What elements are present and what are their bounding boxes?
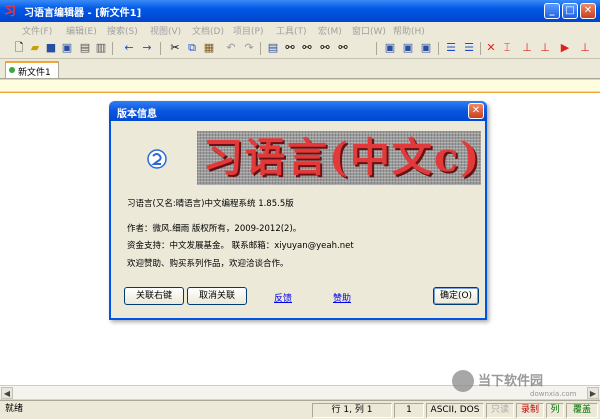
build-icon[interactable]: ⌶	[500, 41, 514, 55]
tab-label: 新文件1	[18, 68, 51, 78]
separator	[260, 42, 261, 55]
feedback-link[interactable]: 反馈	[274, 291, 292, 304]
print-preview-icon[interactable]: ▥	[94, 41, 108, 55]
scroll-left-icon[interactable]: ◀	[1, 387, 13, 399]
forward-icon[interactable]: →	[140, 41, 154, 55]
menu-window[interactable]: 窗口(W)	[352, 24, 386, 37]
watermark-text: 当下软件园	[478, 374, 544, 389]
status-column: 列	[546, 403, 564, 418]
separator	[112, 42, 113, 55]
menu-project[interactable]: 项目(P)	[233, 24, 263, 37]
separator	[376, 42, 377, 55]
panel-icon[interactable]: ▣	[419, 41, 433, 55]
product-banner: 习语言(中文c)	[197, 131, 481, 185]
contact-line: 资金支持：中文发展基金。 联系邮箱：xiyuyan@yeah.net	[127, 241, 354, 251]
about-dialog: 版本信息 ✕ 习语言(中文c) 习语言(又名:晴语言)中文编程系统 1.85.5…	[109, 101, 487, 320]
new-file-icon[interactable]: 🗋	[12, 41, 26, 55]
find-prev-icon[interactable]: ⚯	[318, 41, 332, 55]
stop-icon[interactable]: ✕	[484, 41, 498, 55]
status-readonly: 只读	[486, 403, 514, 418]
close-button[interactable]: ✕	[580, 3, 596, 19]
status-record: 录制	[516, 403, 544, 418]
menu-bar: 文件(F) 编辑(E) 搜索(S) 视图(V) 文档(D) 项目(P) 工具(T…	[0, 22, 600, 39]
save-icon[interactable]: ■	[44, 41, 58, 55]
menu-help[interactable]: 帮助(H)	[393, 24, 425, 37]
watermark: 当下软件园 downxia.com	[452, 370, 598, 398]
tab-strip: 新文件1	[0, 59, 600, 79]
breakpoint-icon[interactable]: ⊥	[578, 41, 592, 55]
minimize-button[interactable]: _	[544, 3, 560, 19]
status-bar: 就绪 行 1, 列 1 1 ASCII, DOS 只读 录制 列 覆盖	[0, 400, 600, 419]
status-num: 1	[394, 403, 424, 418]
dialog-title: 版本信息	[117, 109, 157, 120]
sponsor-link[interactable]: 赞助	[333, 291, 351, 304]
author-line: 作者：微风.细雨 版权所有，2009-2012(2)。	[127, 224, 302, 234]
watermark-url: downxia.com	[530, 390, 577, 398]
status-overwrite: 覆盖	[566, 403, 598, 418]
window-title: 习语言编辑器 - [新文件1]	[24, 8, 142, 19]
undo-icon[interactable]: ↶	[224, 41, 238, 55]
menu-file[interactable]: 文件(F)	[22, 24, 52, 37]
debug-icon[interactable]: ⊥	[538, 41, 552, 55]
window-list-icon[interactable]: ▣	[401, 41, 415, 55]
menu-macro[interactable]: 宏(M)	[318, 24, 342, 37]
copy-icon[interactable]: ⧉	[185, 41, 199, 55]
find-next-icon[interactable]: ⚯	[300, 41, 314, 55]
toolbar: 🗋 ▰ ■ ▣ ▤ ▥ ← → ✂ ⧉ ▦ ↶ ↷ ▤ ⚯ ⚯ ⚯ ⚯ ▣ ▣ …	[0, 39, 600, 59]
cut-icon[interactable]: ✂	[168, 41, 182, 55]
redo-icon[interactable]: ↷	[242, 41, 256, 55]
paste-icon[interactable]: ▦	[202, 41, 216, 55]
remove-association-button[interactable]: 取消关联	[187, 287, 247, 305]
separator	[160, 42, 161, 55]
window-icon[interactable]: ▣	[383, 41, 397, 55]
find-icon[interactable]: ▤	[266, 41, 280, 55]
status-encoding: ASCII, DOS	[426, 403, 484, 418]
banner-text: 习语言(中文c)	[203, 134, 482, 181]
associate-context-menu-button[interactable]: 关联右键	[124, 287, 184, 305]
menu-search[interactable]: 搜索(S)	[107, 24, 138, 37]
ok-button[interactable]: 确定(O)	[433, 287, 479, 305]
current-line-highlight	[0, 80, 600, 92]
open-file-icon[interactable]: ▰	[28, 41, 42, 55]
menu-view[interactable]: 视图(V)	[150, 24, 181, 37]
dialog-close-button[interactable]: ✕	[468, 103, 484, 119]
menu-edit[interactable]: 编辑(E)	[66, 24, 97, 37]
print-icon[interactable]: ▤	[78, 41, 92, 55]
separator	[480, 42, 481, 55]
separator	[438, 42, 439, 55]
title-bar: 习 习语言编辑器 - [新文件1] _ □ ✕	[0, 0, 600, 22]
app-icon: 习	[4, 4, 17, 18]
step-icon[interactable]: ▶	[558, 41, 572, 55]
menu-tools[interactable]: 工具(T)	[276, 24, 307, 37]
find-in-files-icon[interactable]: ⚯	[336, 41, 350, 55]
tab-new-file-1[interactable]: 新文件1	[5, 61, 59, 78]
file-status-icon	[9, 67, 15, 73]
line-marker	[0, 92, 600, 93]
maximize-button[interactable]: □	[562, 3, 578, 19]
back-icon[interactable]: ←	[122, 41, 136, 55]
status-position: 行 1, 列 1	[312, 403, 392, 418]
replace-icon[interactable]: ⚯	[283, 41, 297, 55]
save-all-icon[interactable]: ▣	[60, 41, 74, 55]
dialog-title-bar: 版本信息 ✕	[109, 101, 487, 121]
run-icon[interactable]: ⊥	[520, 41, 534, 55]
app-logo-icon	[147, 149, 167, 169]
version-line: 习语言(又名:晴语言)中文编程系统 1.85.5版	[127, 199, 294, 209]
indent-icon[interactable]: ☰	[444, 41, 458, 55]
watermark-logo-icon	[452, 370, 474, 392]
status-ready: 就绪	[5, 404, 24, 414]
menu-doc[interactable]: 文档(D)	[192, 24, 224, 37]
welcome-line: 欢迎赞助、购买系列作品，欢迎洽谈合作。	[127, 259, 289, 269]
outdent-icon[interactable]: ☰	[462, 41, 476, 55]
